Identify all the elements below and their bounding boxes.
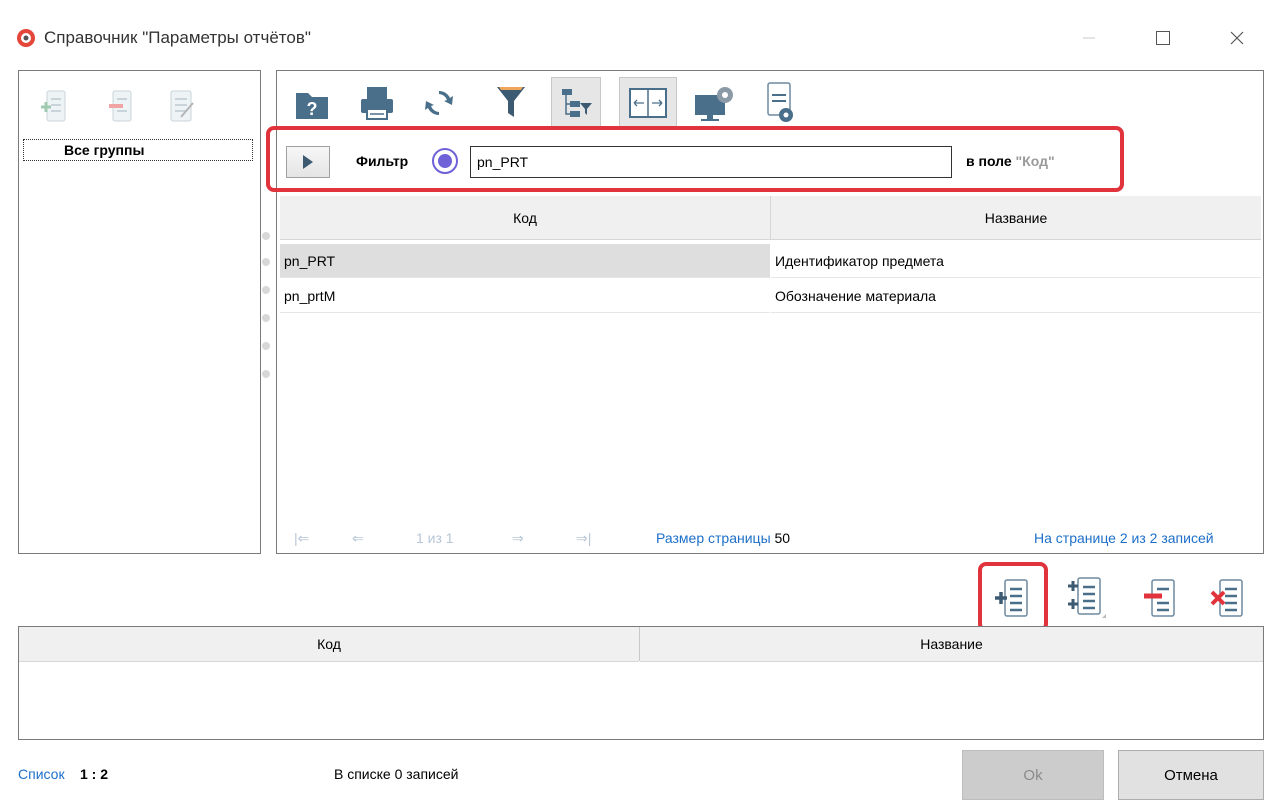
first-page-icon[interactable]: |⇐ — [294, 530, 309, 547]
filter-field-name: "Код" — [1015, 153, 1055, 169]
list-ratio: 1 : 2 — [80, 766, 109, 782]
tree-filter-icon[interactable] — [551, 77, 601, 129]
print-icon[interactable] — [355, 81, 399, 125]
next-page-icon[interactable]: ⇒ — [512, 530, 524, 547]
ok-button[interactable]: Ok — [962, 750, 1104, 800]
filter-field-label: в поле "Код" — [966, 153, 1055, 169]
delete-record-icon — [1210, 579, 1243, 617]
table-row-cell-name[interactable]: Идентификатор предмета — [771, 244, 1261, 278]
filter-label: Фильтр — [356, 153, 409, 169]
groups-panel: Все группы — [18, 70, 261, 554]
close-button[interactable] — [1214, 18, 1260, 58]
prev-page-icon[interactable]: ⇐ — [352, 530, 364, 547]
row-marker — [262, 314, 270, 322]
bottom-column-header-name[interactable]: Название — [640, 627, 1263, 662]
add-group-icon[interactable] — [37, 87, 71, 127]
apply-filter-button[interactable] — [286, 146, 330, 178]
row-marker — [262, 232, 270, 240]
column-header-name[interactable]: Название — [771, 196, 1261, 240]
help-icon[interactable]: ? — [291, 81, 333, 125]
records-count: В списке 0 записей — [334, 766, 459, 782]
table-row-cell-code[interactable]: pn_PRT — [280, 244, 770, 278]
table-row-cell-code[interactable]: pn_prtM — [280, 279, 770, 313]
row-marker — [262, 370, 270, 378]
page-size[interactable]: Размер страницы 50 — [656, 530, 790, 546]
column-header-code[interactable]: Код — [280, 196, 770, 240]
play-icon — [303, 155, 313, 169]
minimize-button[interactable] — [1066, 18, 1112, 58]
selected-records-table: Код Название — [18, 626, 1264, 740]
add-multiple-button[interactable] — [1062, 570, 1110, 626]
app-icon — [16, 28, 36, 48]
window-title: Справочник "Параметры отчётов" — [44, 28, 311, 47]
page-summary: На странице 2 из 2 записей — [1034, 530, 1214, 546]
remove-record-icon — [1144, 579, 1175, 617]
last-page-icon[interactable]: ⇒| — [576, 530, 591, 547]
remote-settings-icon[interactable] — [691, 81, 739, 125]
page-position: 1 из 1 — [416, 530, 454, 546]
svg-text:?: ? — [307, 99, 318, 119]
column-width-icon[interactable] — [619, 77, 677, 129]
document-settings-icon[interactable] — [759, 79, 801, 127]
filter-input[interactable] — [470, 146, 952, 178]
add-multiple-icon — [1068, 577, 1106, 618]
cancel-button[interactable]: Отмена — [1118, 750, 1264, 800]
row-marker — [262, 258, 270, 266]
filter-icon[interactable] — [491, 81, 531, 125]
group-item-all[interactable]: Все группы — [23, 139, 253, 161]
maximize-button[interactable] — [1140, 18, 1186, 58]
delete-record-button[interactable] — [1204, 570, 1252, 626]
refresh-icon[interactable] — [419, 81, 459, 125]
row-marker — [262, 286, 270, 294]
add-record-button[interactable] — [989, 570, 1037, 626]
table-row-cell-name[interactable]: Обозначение материала — [771, 279, 1261, 313]
list-link[interactable]: Список — [18, 766, 65, 782]
filter-radio[interactable] — [432, 148, 458, 174]
add-record-icon — [995, 579, 1028, 617]
remove-group-icon[interactable] — [103, 87, 137, 127]
remove-record-button[interactable] — [1136, 570, 1184, 626]
bottom-column-header-code[interactable]: Код — [19, 627, 639, 662]
edit-group-icon[interactable] — [165, 87, 199, 127]
row-marker — [262, 342, 270, 350]
